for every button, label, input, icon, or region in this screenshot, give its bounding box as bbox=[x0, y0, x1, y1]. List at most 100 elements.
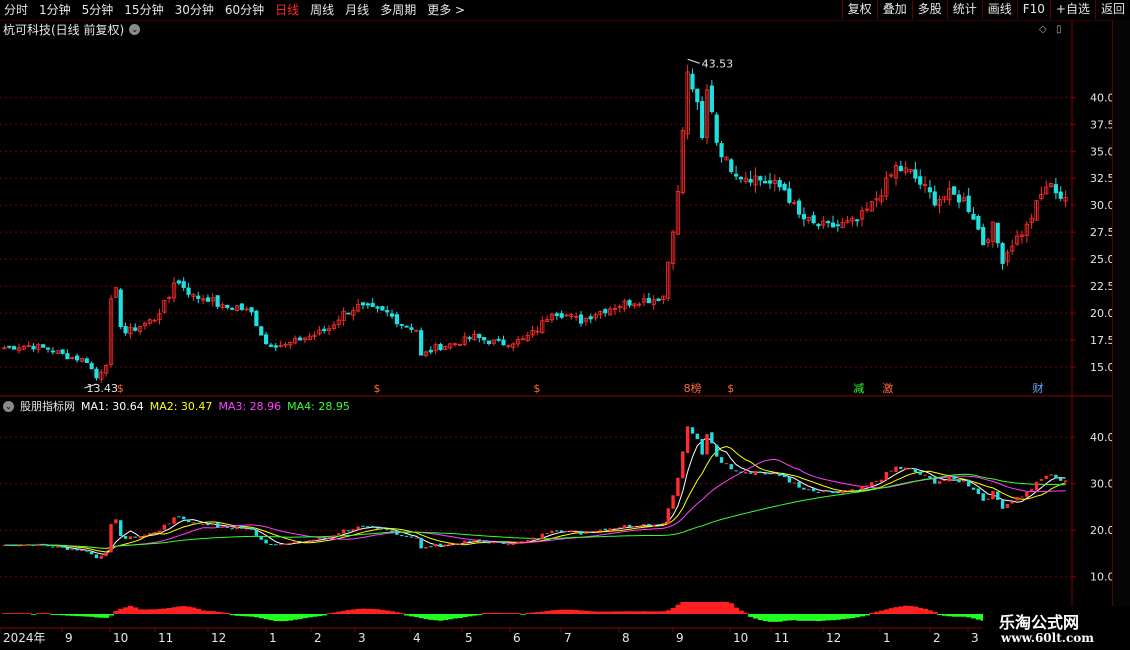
indicator-candle bbox=[487, 542, 491, 544]
candle-body bbox=[7, 345, 12, 348]
oscillator-bar bbox=[224, 613, 231, 614]
candle-body bbox=[94, 368, 99, 379]
indicator-candle bbox=[715, 444, 719, 457]
indicator-legend: ⌄ 股朋指标网 MA1: 30.64 MA2: 30.47 MA3: 28.96… bbox=[3, 398, 350, 414]
signal-marker: $ bbox=[533, 382, 540, 395]
oscillator-bar bbox=[515, 613, 521, 614]
candle-body bbox=[438, 343, 443, 351]
candle-body bbox=[918, 176, 923, 185]
oscillator-bar bbox=[816, 614, 822, 622]
indicator-candle bbox=[85, 549, 89, 552]
ma2-label: MA2: 30.47 bbox=[149, 399, 213, 413]
oscillator-bar bbox=[879, 610, 885, 614]
indicator-candle bbox=[729, 464, 733, 470]
indicator-candle bbox=[933, 477, 937, 484]
indicator-candle bbox=[225, 526, 230, 528]
ma3-label: MA3: 28.96 bbox=[218, 399, 282, 413]
watermark-title: 乐淘公式网 bbox=[999, 613, 1080, 632]
oscillator-bar bbox=[278, 614, 284, 622]
oscillator-bar bbox=[757, 614, 764, 620]
oscillator-bar bbox=[26, 613, 32, 614]
oscillator-bar bbox=[137, 609, 144, 614]
indicator-candle bbox=[70, 549, 74, 551]
kline-chart[interactable]: 40.0037.5035.0032.5030.0027.5025.0022.50… bbox=[0, 0, 1130, 650]
oscillator-bar bbox=[568, 609, 575, 614]
indicator-candle bbox=[831, 491, 835, 494]
indicator-candle bbox=[705, 433, 709, 455]
oscillator-bar bbox=[384, 610, 391, 614]
indicator-candle bbox=[36, 543, 41, 546]
candle-body bbox=[486, 340, 492, 345]
indicator-candle bbox=[191, 522, 196, 524]
indicator-candle bbox=[744, 472, 748, 474]
oscillator-bar bbox=[665, 610, 672, 614]
oscillator-bar bbox=[796, 614, 802, 621]
candle-body bbox=[322, 328, 327, 332]
indicator-candle bbox=[724, 463, 729, 465]
indicator-candle bbox=[303, 540, 307, 542]
oscillator-bar bbox=[161, 608, 168, 614]
oscillator-bar bbox=[840, 614, 846, 620]
oscillator-bar bbox=[355, 608, 362, 614]
oscillator-bar bbox=[612, 611, 618, 614]
indicator-candle bbox=[874, 480, 879, 482]
indicator-candle bbox=[889, 470, 893, 472]
oscillator-bar bbox=[951, 614, 958, 617]
indicator-candle bbox=[89, 551, 94, 555]
oscillator-bar bbox=[573, 609, 580, 614]
oscillator-bar bbox=[505, 613, 512, 614]
indicator-candle bbox=[264, 539, 268, 544]
indicator-candle bbox=[928, 476, 932, 478]
oscillator-bar bbox=[273, 614, 279, 622]
indicator-candle bbox=[138, 536, 142, 539]
oscillator-bar bbox=[370, 608, 376, 614]
indicator-candle bbox=[768, 473, 772, 475]
indicator-candle bbox=[235, 527, 239, 530]
oscillator-bar bbox=[438, 614, 444, 621]
oscillator-bar bbox=[171, 607, 177, 614]
indicator-candle bbox=[249, 527, 254, 530]
indicator-candle bbox=[1000, 500, 1005, 509]
chevron-down-icon[interactable]: ⌄ bbox=[3, 400, 14, 412]
oscillator-bar bbox=[864, 614, 870, 616]
indicator-candle bbox=[152, 533, 157, 535]
candle-body bbox=[186, 287, 191, 295]
ma-line-ma2 bbox=[4, 445, 1066, 553]
oscillator-bar bbox=[777, 614, 783, 622]
candle-body bbox=[225, 304, 230, 308]
indicator-candle bbox=[346, 530, 351, 532]
oscillator-bar bbox=[535, 612, 541, 614]
oscillator-bar bbox=[283, 614, 289, 622]
oscillator-bar bbox=[544, 610, 551, 614]
oscillator-bar bbox=[326, 613, 332, 614]
candle-body bbox=[801, 214, 807, 220]
signal-marker: $ bbox=[374, 382, 381, 395]
right-sidebar-strip[interactable] bbox=[1112, 20, 1130, 610]
oscillator-bar bbox=[748, 614, 754, 617]
indicator-candle bbox=[603, 528, 607, 531]
indicator-candle bbox=[821, 490, 826, 493]
oscillator-bar bbox=[404, 614, 410, 616]
time-axis-label: 2024年 bbox=[3, 631, 46, 645]
oscillator-bar bbox=[607, 611, 614, 614]
oscillator-bar bbox=[602, 611, 609, 614]
indicator-candle bbox=[506, 544, 511, 546]
indicator-candle bbox=[836, 492, 840, 494]
oscillator-bar bbox=[709, 602, 715, 614]
oscillator-bar bbox=[937, 614, 943, 615]
oscillator-bar bbox=[733, 607, 740, 614]
time-axis-label: 5 bbox=[465, 631, 473, 645]
indicator-candle bbox=[947, 476, 951, 482]
oscillator-bar bbox=[723, 602, 730, 614]
oscillator-bar bbox=[132, 607, 139, 614]
watermark-url: www.60lt.com bbox=[1001, 631, 1094, 645]
indicator-candle bbox=[307, 540, 312, 542]
oscillator-bar bbox=[98, 614, 105, 618]
indicator-candle bbox=[710, 432, 714, 444]
time-axis-label: 1 bbox=[269, 631, 277, 645]
oscillator-bar bbox=[539, 611, 546, 614]
signal-marker: 减 bbox=[853, 382, 864, 395]
indicator-candle bbox=[802, 487, 806, 490]
oscillator-bar bbox=[651, 611, 657, 614]
indicator-candle bbox=[414, 537, 418, 539]
